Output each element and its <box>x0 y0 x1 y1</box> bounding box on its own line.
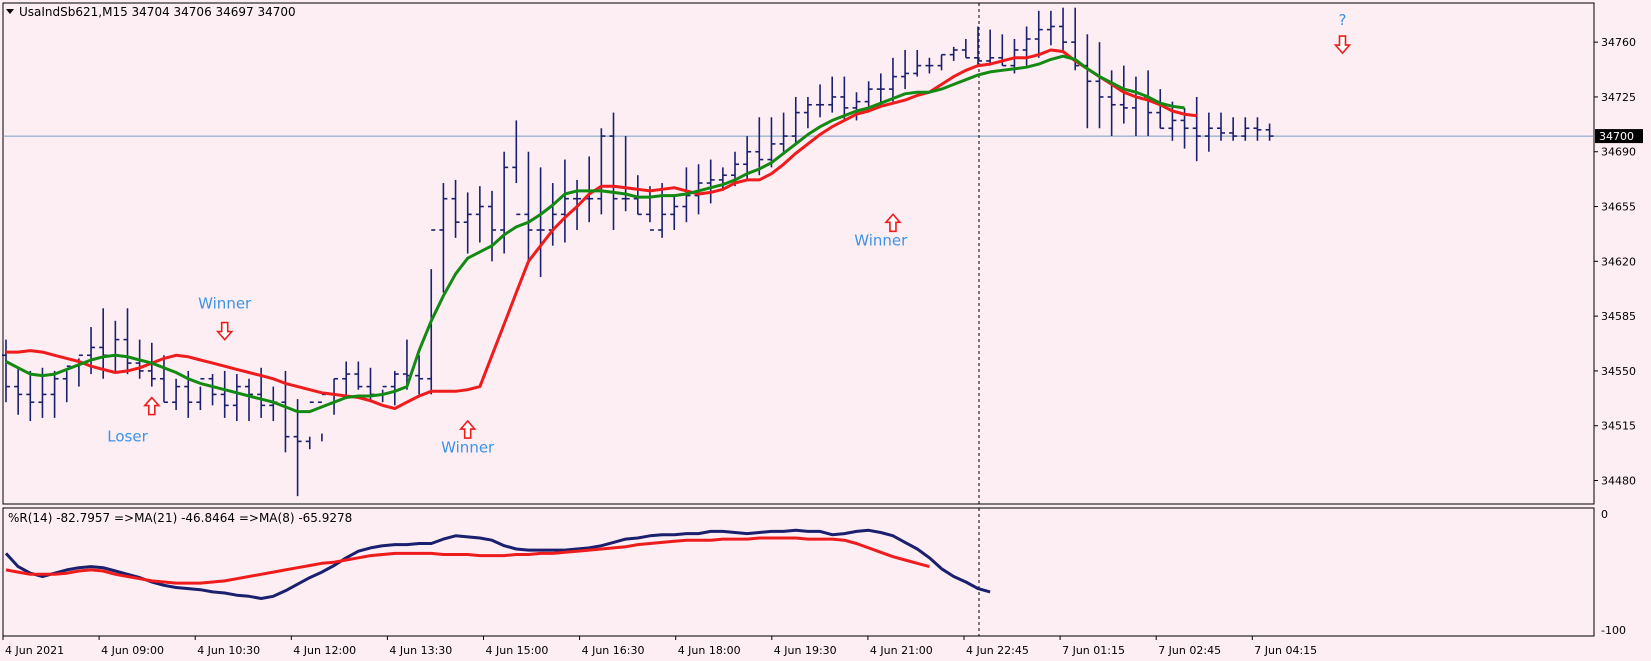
price-tick-label: 34760 <box>1601 36 1636 49</box>
annotation-label: ? <box>1339 11 1347 29</box>
time-tick-label: 7 Jun 01:15 <box>1062 644 1125 657</box>
time-tick-label: 4 Jun 21:00 <box>870 644 933 657</box>
indicator-tick-label: 0 <box>1601 508 1608 521</box>
price-tick-label: 34585 <box>1601 310 1636 323</box>
price-tick-label: 34515 <box>1601 420 1636 433</box>
annotation-label: Winner <box>198 294 252 312</box>
price-tick-label: 34620 <box>1601 255 1636 268</box>
indicator-info: %R(14) -82.7957 =>MA(21) -46.8464 =>MA(8… <box>8 511 352 525</box>
time-tick-label: 7 Jun 04:15 <box>1254 644 1317 657</box>
current-price-label: 34700 <box>1599 130 1634 143</box>
chart-background <box>0 0 1651 661</box>
time-tick-label: 4 Jun 18:00 <box>678 644 741 657</box>
price-tick-label: 34550 <box>1601 365 1636 378</box>
time-tick-label: 4 Jun 22:45 <box>966 644 1029 657</box>
time-tick-label: 4 Jun 19:30 <box>774 644 837 657</box>
time-tick-label: 4 Jun 12:00 <box>293 644 356 657</box>
annotation-label: Winner <box>441 438 495 456</box>
price-tick-label: 34655 <box>1601 201 1636 214</box>
indicator-tick-label: -100 <box>1601 624 1626 637</box>
time-tick-label: 4 Jun 09:00 <box>101 644 164 657</box>
price-tick-label: 34690 <box>1601 146 1636 159</box>
annotation-label: Loser <box>107 427 148 445</box>
time-tick-label: 4 Jun 16:30 <box>582 644 645 657</box>
time-tick-label: 4 Jun 10:30 <box>197 644 260 657</box>
chart-area[interactable]: 34760 34725 34690 34655 34620 34585 34550 34515… <box>0 0 1651 661</box>
symbol-info: UsaIndSb621,M15 34704 34706 34697 34700 <box>19 5 296 19</box>
price-tick-label: 34725 <box>1601 91 1636 104</box>
time-tick-label: 4 Jun 13:30 <box>389 644 452 657</box>
annotation-label: Winner <box>854 232 908 250</box>
time-tick-label: 4 Jun 2021 <box>5 644 64 657</box>
time-tick-label: 7 Jun 02:45 <box>1158 644 1221 657</box>
time-tick-label: 4 Jun 15:00 <box>486 644 549 657</box>
price-tick-label: 34480 <box>1601 475 1636 488</box>
